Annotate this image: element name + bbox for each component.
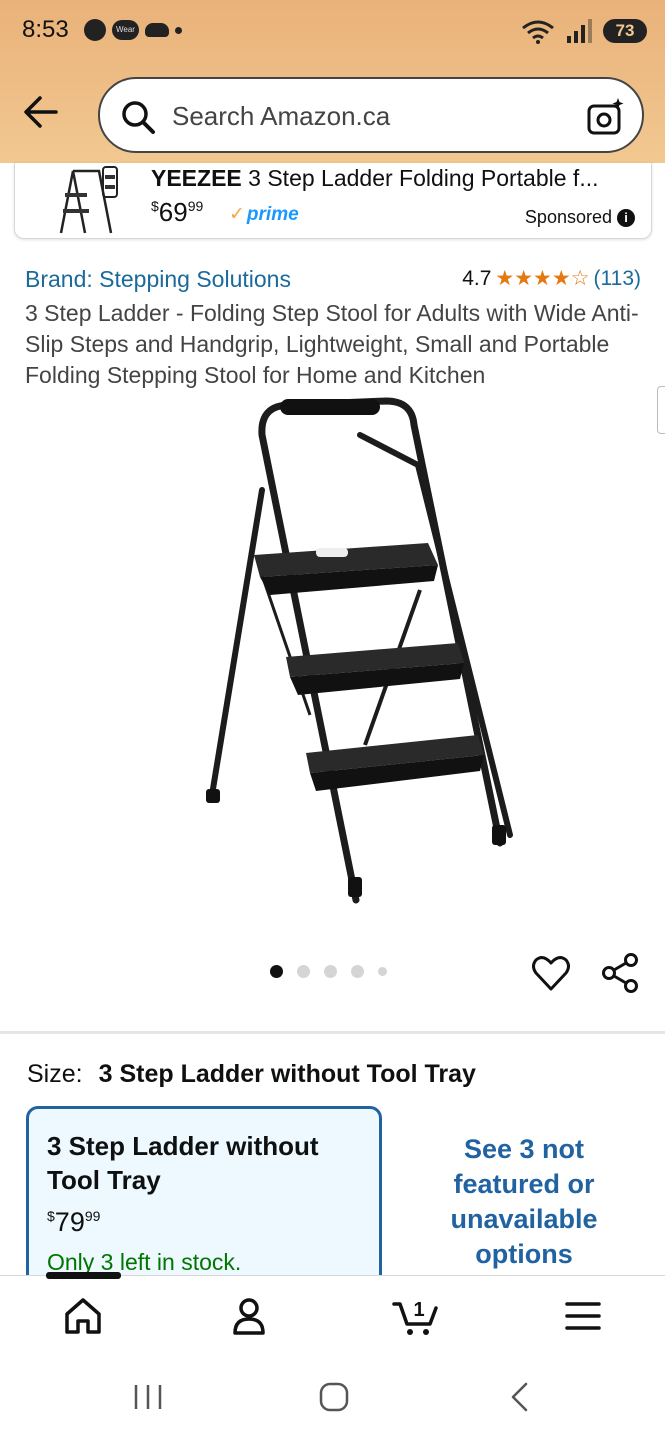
recent-apps-icon[interactable] <box>130 1381 166 1413</box>
prime-check-icon: ✓ <box>229 204 245 225</box>
brand-link[interactable]: Brand: Stepping Solutions <box>25 266 291 293</box>
currency-symbol: $ <box>47 1208 55 1224</box>
sponsored-text: Sponsored <box>524 207 612 227</box>
image-dot-2[interactable] <box>297 965 310 978</box>
status-time: 8:53 <box>22 16 69 43</box>
rating-value: 4.7 <box>462 266 492 290</box>
menu-icon[interactable] <box>561 1294 605 1338</box>
price-fraction: 99 <box>187 198 204 214</box>
price-whole: 69 <box>158 197 188 227</box>
home-button-icon[interactable] <box>316 1381 352 1413</box>
sponsored-title-text: 3 Step Ladder Folding Portable f... <box>248 165 599 191</box>
size-selected-value: 3 Step Ladder without Tool Tray <box>98 1060 476 1088</box>
cloud-icon <box>144 23 169 37</box>
rating-summary[interactable]: 4.7 ★★★★☆ (113) <box>462 266 641 291</box>
scroll-edge-handle[interactable] <box>657 386 665 434</box>
image-pagination[interactable] <box>270 965 387 978</box>
sponsored-product-banner[interactable]: YEEZEE 3 Step Ladder Folding Portable f.… <box>14 163 652 239</box>
account-icon[interactable] <box>227 1294 271 1338</box>
size-option-name: 3 Step Ladder without Tool Tray <box>47 1131 319 1195</box>
currency-symbol: $ <box>151 198 159 214</box>
see-more-options-link[interactable]: See 3 not featured or unavailable option… <box>438 1132 610 1272</box>
price-fraction: 99 <box>84 1208 101 1224</box>
more-notifications-icon <box>174 26 182 34</box>
wifi-icon <box>522 20 554 44</box>
size-label: Size: <box>27 1060 83 1088</box>
sponsored-label[interactable]: Sponsored i <box>525 207 635 228</box>
battery-indicator: 73 <box>603 19 647 43</box>
product-image[interactable] <box>150 395 520 905</box>
sponsored-price: $6999 <box>151 197 203 228</box>
sponsored-product-title[interactable]: YEEZEE 3 Step Ladder Folding Portable f.… <box>151 165 635 192</box>
status-system-icons: 73 <box>521 18 647 44</box>
size-selector-label: Size: 3 Step Ladder without Tool Tray <box>27 1060 476 1089</box>
product-title: 3 Step Ladder - Folding Step Stool for A… <box>25 300 639 388</box>
system-back-icon[interactable] <box>502 1381 538 1413</box>
image-dot-3[interactable] <box>324 965 337 978</box>
star-rating-icon: ★★★★☆ <box>495 267 590 290</box>
share-icon[interactable] <box>600 952 640 994</box>
prime-label: prime <box>246 204 299 225</box>
app-header: 8:53 Wear 73 <box>0 0 665 163</box>
cart-count: 1 <box>413 1299 424 1321</box>
home-icon[interactable] <box>61 1294 105 1338</box>
section-divider <box>0 1031 665 1034</box>
active-tab-indicator <box>46 1272 121 1279</box>
rating-count: (113) <box>593 266 641 290</box>
system-navigation-bar <box>0 1351 665 1440</box>
image-dot-4[interactable] <box>351 965 364 978</box>
bottom-navigation: 1 <box>0 1272 665 1351</box>
price-whole: 79 <box>54 1207 85 1237</box>
prime-badge: ✓ prime <box>229 203 299 226</box>
sponsored-brand: YEEZEE <box>151 165 242 191</box>
image-dot-5[interactable] <box>378 967 387 976</box>
back-arrow-icon[interactable] <box>22 94 60 130</box>
search-bar[interactable] <box>98 77 644 153</box>
notification-app-icon <box>84 19 106 41</box>
status-notification-icons: Wear <box>84 19 182 41</box>
signal-icon <box>567 19 592 43</box>
cart-icon[interactable]: 1 <box>392 1294 440 1338</box>
wear-icon: Wear <box>112 20 139 40</box>
search-icon <box>122 101 155 134</box>
heart-icon[interactable] <box>530 952 572 994</box>
image-dot-1[interactable] <box>270 965 283 978</box>
status-bar: 8:53 Wear 73 <box>0 0 665 64</box>
sponsored-product-thumbnail <box>59 166 118 234</box>
camera-search-icon[interactable] <box>586 97 626 137</box>
search-input[interactable] <box>172 97 562 135</box>
size-option-price: $7999 <box>47 1207 100 1238</box>
info-icon: i <box>617 208 635 227</box>
